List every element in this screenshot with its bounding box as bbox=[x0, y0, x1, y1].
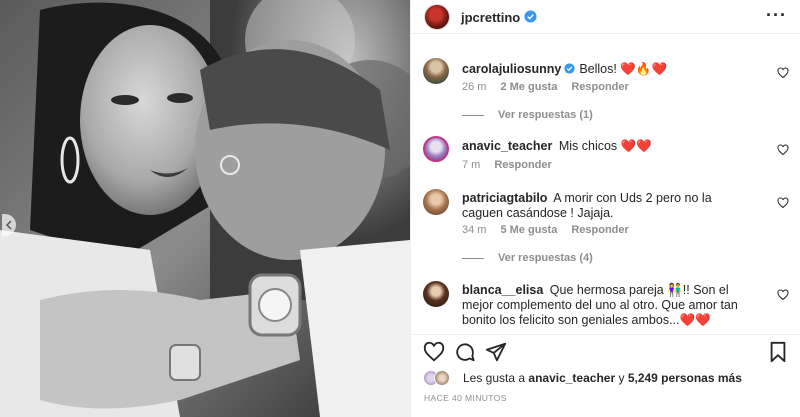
reply-button[interactable]: Responder bbox=[571, 224, 628, 236]
comment-time: 7 m bbox=[462, 159, 481, 171]
comment-text: Mis chicos ❤️❤️ bbox=[558, 139, 652, 153]
comment-username[interactable]: blanca__elisa bbox=[462, 283, 543, 297]
comment-avatar[interactable] bbox=[423, 189, 449, 215]
verified-badge-icon bbox=[524, 10, 537, 23]
comment-time: 26 m bbox=[462, 81, 487, 93]
comment-meta: 26 m 2 Me gusta Responder bbox=[462, 81, 643, 93]
post-header: jpcrettino ··· bbox=[411, 0, 800, 34]
author-avatar[interactable] bbox=[424, 4, 450, 30]
comment-body: patriciagtabilo A morir con Uds 2 pero n… bbox=[462, 191, 732, 221]
comment-avatar[interactable] bbox=[423, 136, 449, 162]
comment-icon[interactable] bbox=[454, 341, 476, 363]
bookmark-icon[interactable] bbox=[767, 341, 789, 363]
comment-likes[interactable]: 2 Me gusta bbox=[500, 81, 557, 93]
post-actions-bar bbox=[411, 334, 800, 364]
likes-count[interactable]: 5,249 personas más bbox=[628, 371, 742, 385]
comment-meta: 34 m 5 Me gusta Responder bbox=[462, 224, 643, 236]
post-image bbox=[0, 0, 410, 417]
comment-body: carolajuliosunny Bellos! ❤️🔥❤️ bbox=[462, 62, 762, 77]
author-username[interactable]: jpcrettino bbox=[461, 10, 520, 25]
comment-avatar[interactable] bbox=[423, 58, 449, 84]
likes-user[interactable]: anavic_teacher bbox=[528, 371, 615, 385]
chevron-left-icon bbox=[6, 220, 12, 230]
comment-body: anavic_teacher Mis chicos ❤️❤️ bbox=[462, 139, 762, 154]
liker-avatar bbox=[434, 370, 450, 386]
post-timestamp: HACE 40 MINUTOS bbox=[424, 393, 507, 403]
share-icon[interactable] bbox=[485, 341, 507, 363]
more-options-icon[interactable]: ··· bbox=[766, 6, 787, 24]
replies-divider bbox=[462, 114, 484, 116]
post-detail-panel: jpcrettino ··· carolajuliosunny Bellos! ❤… bbox=[410, 0, 800, 417]
likes-prefix: Les gusta a bbox=[463, 371, 526, 385]
comment-username[interactable]: patriciagtabilo bbox=[462, 191, 547, 205]
reply-button[interactable]: Responder bbox=[494, 159, 551, 171]
comment-username[interactable]: anavic_teacher bbox=[462, 139, 552, 153]
view-replies-label: Ver respuestas (4) bbox=[498, 252, 593, 264]
liker-avatars[interactable] bbox=[423, 369, 457, 387]
view-replies-button[interactable]: Ver respuestas (1) bbox=[462, 109, 593, 121]
view-replies-button[interactable]: Ver respuestas (4) bbox=[462, 252, 593, 264]
verified-badge-icon bbox=[564, 63, 575, 74]
comment-meta: 7 m Responder bbox=[462, 159, 566, 171]
post-photo[interactable] bbox=[0, 0, 410, 417]
likes-joiner: y bbox=[618, 371, 625, 385]
heart-icon[interactable] bbox=[423, 341, 445, 363]
replies-divider bbox=[462, 257, 484, 259]
comment-likes[interactable]: 5 Me gusta bbox=[500, 224, 557, 236]
like-comment-icon[interactable] bbox=[777, 67, 789, 79]
like-comment-icon[interactable] bbox=[777, 197, 789, 209]
likes-summary: Les gusta a anavic_teacher y 5,249 perso… bbox=[423, 369, 742, 387]
comment-avatar[interactable] bbox=[423, 281, 449, 307]
reply-button[interactable]: Responder bbox=[571, 81, 628, 93]
like-comment-icon[interactable] bbox=[777, 144, 789, 156]
comment-body: blanca__elisa Que hermosa pareja 👫!! Son… bbox=[462, 283, 752, 328]
view-replies-label: Ver respuestas (1) bbox=[498, 109, 593, 121]
like-comment-icon[interactable] bbox=[777, 289, 789, 301]
comment-username[interactable]: carolajuliosunny bbox=[462, 62, 561, 76]
comment-time: 34 m bbox=[462, 224, 487, 236]
comment-text: Bellos! ❤️🔥❤️ bbox=[579, 62, 668, 76]
